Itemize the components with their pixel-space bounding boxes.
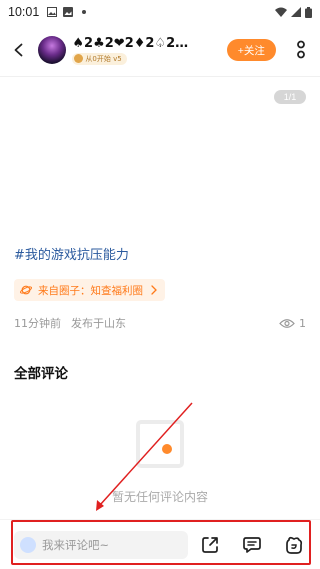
circle-label: 来自圈子：知查福利圈 <box>38 284 143 297</box>
status-time: 10:01 <box>8 5 40 19</box>
comment-avatar-icon <box>20 536 36 553</box>
photo-icon <box>63 7 74 17</box>
views-number: 1 <box>299 316 306 330</box>
comment-icon <box>243 536 261 553</box>
avatar[interactable] <box>38 36 67 64</box>
signal-icon <box>291 7 301 17</box>
empty-comments-text: 暂无任何评论内容 <box>111 490 208 504</box>
views-count: 1 <box>279 317 306 330</box>
follow-button[interactable]: +关注 <box>227 39 276 61</box>
post-meta: 11分钟前 发布于山东 1 <box>14 315 306 331</box>
username: ♠2♣2❤2♦2♤2… <box>72 35 189 51</box>
share-icon <box>202 536 218 553</box>
bottom-bar: 我来评论吧~ <box>0 519 320 569</box>
comment-button[interactable] <box>240 533 264 557</box>
chevron-right-icon <box>151 285 157 295</box>
page-indicator: 1/1 <box>274 90 306 104</box>
battery-icon <box>305 6 312 18</box>
post-header: ♠2♣2❤2♦2♤2… 从0开始 v5 +关注 <box>0 24 320 76</box>
level-badge: 从0开始 v5 <box>72 52 127 65</box>
level-text: 从0开始 v5 <box>85 54 122 63</box>
comment-input[interactable]: 我来评论吧~ <box>14 530 188 559</box>
back-arrow-icon <box>14 43 23 57</box>
sticker-button[interactable] <box>282 533 306 557</box>
circle-tag[interactable]: 来自圈子：知查福利圈 <box>14 279 165 301</box>
wifi-icon <box>275 7 287 17</box>
gallery-icon <box>47 7 58 17</box>
comment-placeholder: 我来评论吧~ <box>42 537 110 552</box>
share-button[interactable] <box>198 533 222 557</box>
level-icon <box>74 54 84 63</box>
eye-icon <box>279 318 295 328</box>
comments-title: 全部评论 <box>14 366 68 382</box>
sticker-icon <box>286 536 303 554</box>
planet-icon <box>20 285 32 295</box>
status-bar: 10:01 <box>0 0 320 24</box>
dot-icon <box>82 10 87 14</box>
back-button[interactable] <box>8 38 30 62</box>
post-hashtag[interactable]: #我的游戏抗压能力 <box>14 244 129 263</box>
user-info[interactable]: ♠2♣2❤2♦2♤2… 从0开始 v5 <box>72 36 205 65</box>
empty-box-icon <box>136 420 184 468</box>
more-vertical-icon <box>296 40 305 59</box>
post-image-area[interactable] <box>0 77 320 227</box>
post-location: 发布于山东 <box>71 317 126 330</box>
post-time: 11分钟前 <box>14 317 61 330</box>
more-button[interactable] <box>290 38 312 62</box>
empty-dot <box>162 444 172 454</box>
